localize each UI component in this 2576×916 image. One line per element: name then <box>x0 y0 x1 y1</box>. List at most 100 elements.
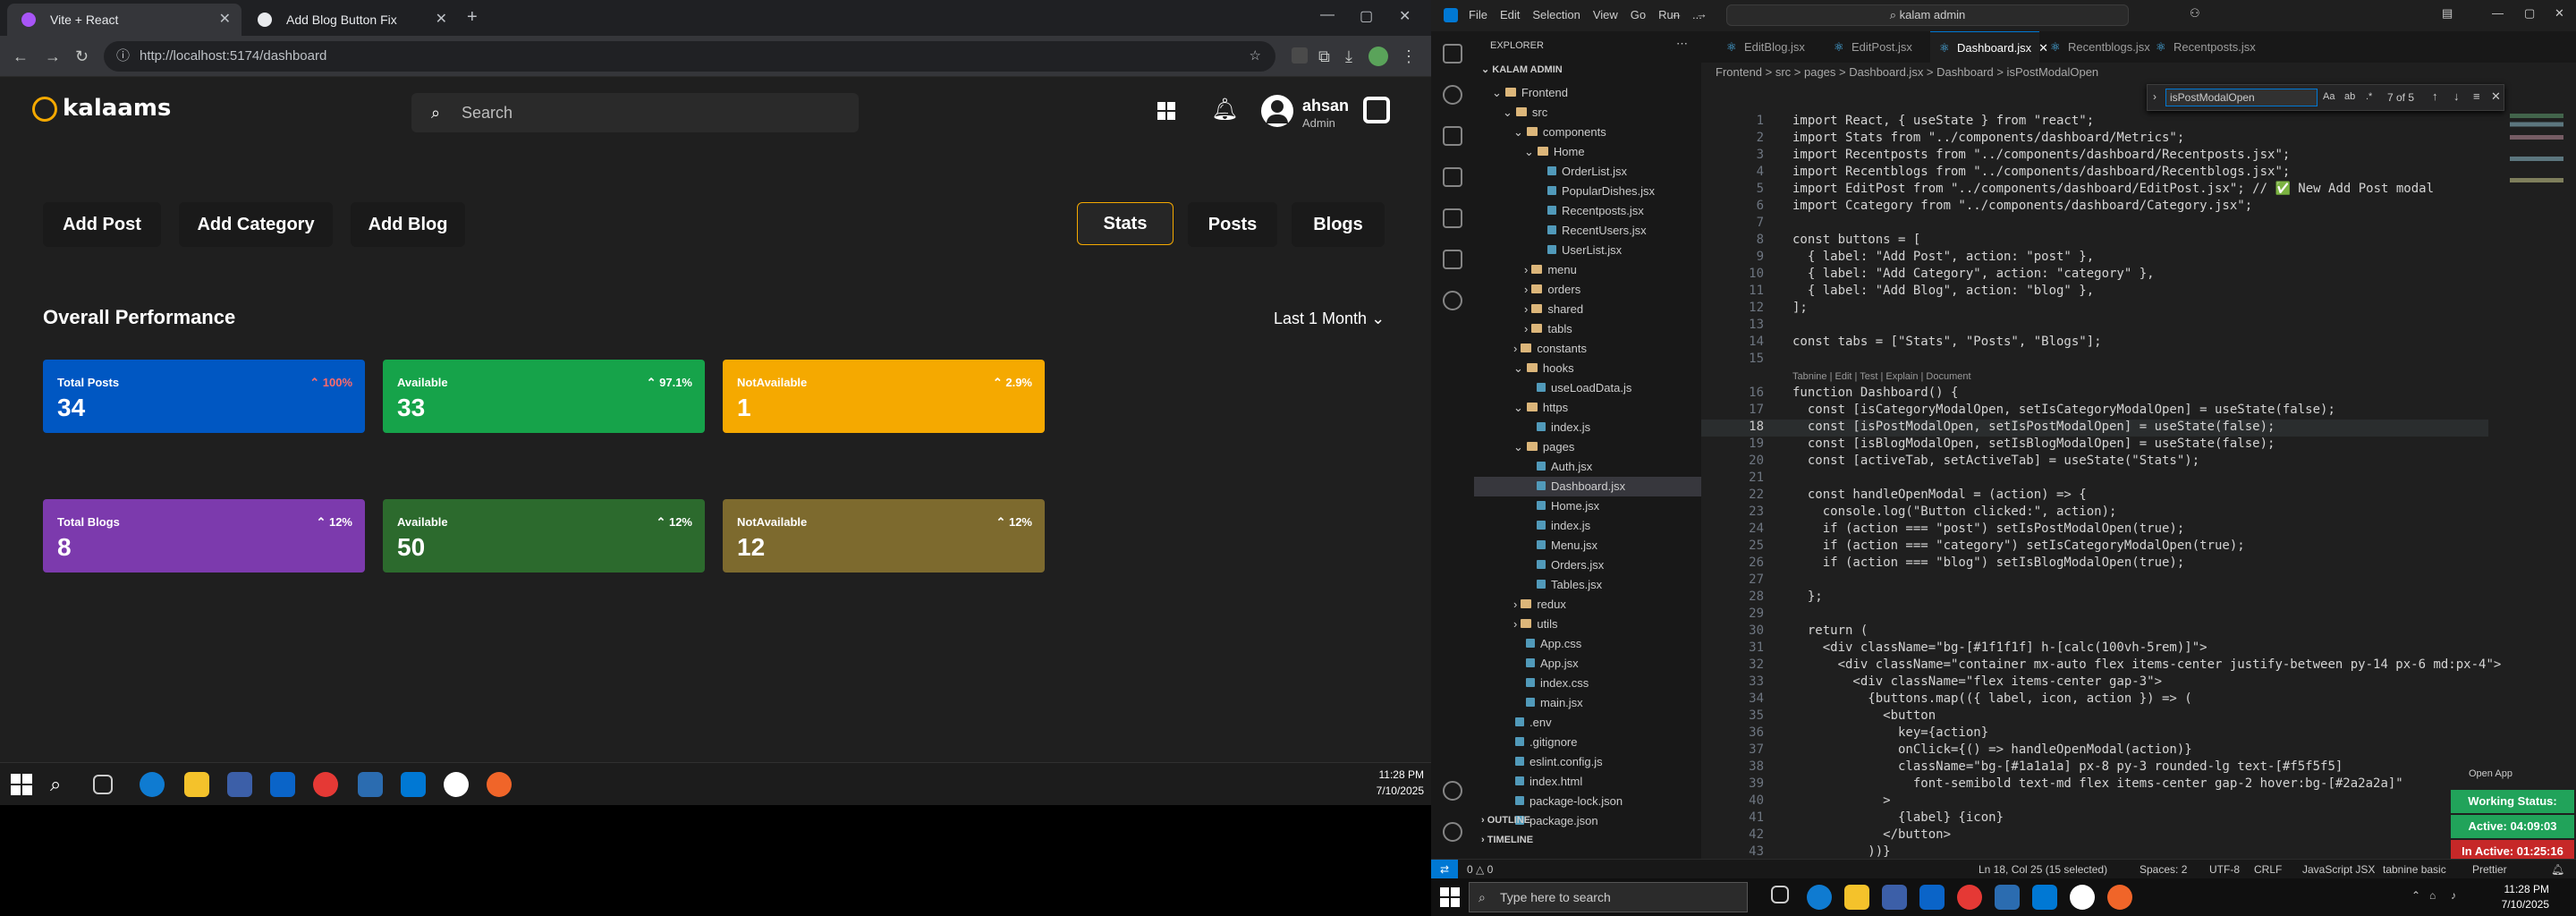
tree-file[interactable]: Home.jsx <box>1474 496 1701 516</box>
tab-vite-react[interactable]: Vite + React ✕ <box>7 4 242 36</box>
source-control-icon[interactable] <box>1443 126 1462 146</box>
indentation[interactable]: Spaces: 2 <box>2140 860 2187 879</box>
tree-folder[interactable]: ⌄ src <box>1474 103 1701 123</box>
editor-tab[interactable]: ⚛︎ Recentblogs.jsx <box>2041 31 2150 63</box>
tree-folder[interactable]: › redux <box>1474 595 1701 615</box>
windows-start-icon[interactable] <box>11 774 32 795</box>
command-center-search[interactable]: ⌕ kalam admin <box>1726 4 2129 26</box>
tree-file[interactable]: UserList.jsx <box>1474 241 1701 260</box>
minimize-button[interactable]: — <box>2492 6 2504 20</box>
settings-gear-icon[interactable] <box>1443 822 1462 842</box>
store-icon[interactable] <box>227 772 252 797</box>
back-icon[interactable]: ← <box>13 47 29 65</box>
search-icon[interactable] <box>1443 85 1462 105</box>
editor-tab[interactable]: ⚛︎ Recentposts.jsx <box>2147 31 2256 63</box>
tree-file[interactable]: package-lock.json <box>1474 792 1701 811</box>
tab-stats[interactable]: Stats <box>1077 202 1174 245</box>
open-app-label[interactable]: Open App <box>2469 768 2512 779</box>
chrome-icon[interactable] <box>1957 885 1982 910</box>
arrow-up-icon[interactable]: ↑ <box>2432 89 2438 103</box>
filter-icon[interactable]: ≡ <box>2473 89 2480 103</box>
language-mode[interactable]: JavaScript JSX <box>2302 860 2375 879</box>
chatgpt-icon[interactable] <box>2070 885 2095 910</box>
puzzle-icon[interactable]: ⧉ <box>1318 47 1330 65</box>
whole-word-icon[interactable]: ab <box>2344 91 2355 102</box>
tree-file[interactable]: index.js <box>1474 418 1701 437</box>
tree-file[interactable]: main.jsx <box>1474 693 1701 713</box>
tree-folder[interactable]: ⌄ pages <box>1474 437 1701 457</box>
tree-file[interactable]: Orders.jsx <box>1474 556 1701 575</box>
tree-folder[interactable]: ⌄ Frontend <box>1474 83 1701 103</box>
edge-icon[interactable] <box>1807 885 1832 910</box>
account-icon[interactable] <box>1443 781 1462 801</box>
regex-icon[interactable]: .* <box>2366 91 2372 102</box>
close-window-button[interactable]: ✕ <box>2555 6 2564 21</box>
layout-icon[interactable]: ▤ <box>2442 6 2453 21</box>
tree-file[interactable]: RecentUsers.jsx <box>1474 221 1701 241</box>
reload-icon[interactable]: ↻ <box>75 47 89 65</box>
task-view-icon[interactable] <box>93 775 113 794</box>
bookmark-icon[interactable]: ☆ <box>1250 41 1261 72</box>
chrome-icon[interactable] <box>313 772 338 797</box>
app-icon[interactable] <box>358 772 383 797</box>
breadcrumb[interactable]: Frontend > src > pages > Dashboard.jsx >… <box>1701 63 2576 82</box>
tray-chevron-icon[interactable]: ⌃ <box>2411 889 2420 902</box>
postman-icon[interactable] <box>2107 885 2132 910</box>
tree-file[interactable]: Auth.jsx <box>1474 457 1701 477</box>
outlook-icon[interactable] <box>270 772 295 797</box>
tree-folder[interactable]: › shared <box>1474 300 1701 319</box>
postman-icon[interactable] <box>487 772 512 797</box>
extensions-icon[interactable] <box>1443 208 1462 228</box>
search-input[interactable]: ⌕ Search <box>411 93 859 132</box>
clock[interactable]: 11:28 PM 7/10/2025 <box>1370 768 1424 797</box>
find-input[interactable]: isPostModalOpen <box>2165 89 2318 106</box>
logout-icon[interactable] <box>1363 97 1390 123</box>
tree-folder[interactable]: ⌄ Home <box>1474 142 1701 162</box>
tabnine-status[interactable]: tabnine basic <box>2383 860 2446 879</box>
minimize-button[interactable]: — <box>1320 7 1335 23</box>
run-debug-icon[interactable] <box>1443 167 1462 187</box>
cursor-position[interactable]: Ln 18, Col 25 (15 selected) <box>1979 860 2107 879</box>
chatgpt-icon[interactable] <box>444 772 469 797</box>
volume-icon[interactable]: ♪ <box>2451 889 2456 902</box>
tree-file[interactable]: App.css <box>1474 634 1701 654</box>
minimap[interactable] <box>2510 114 2563 221</box>
close-window-button[interactable]: ✕ <box>1399 7 1411 25</box>
tree-folder[interactable]: › menu <box>1474 260 1701 280</box>
tree-file[interactable]: index.html <box>1474 772 1701 792</box>
profile-avatar[interactable] <box>1368 47 1388 66</box>
workspace-root[interactable]: ⌄ KALAM ADMIN <box>1481 64 1563 75</box>
tree-folder[interactable]: › constants <box>1474 339 1701 359</box>
add-category-button[interactable]: Add Category <box>179 202 333 247</box>
back-icon[interactable]: ← <box>1671 7 1682 21</box>
timer-badge[interactable]: Active: 04:09:03 <box>2451 815 2574 838</box>
match-case-icon[interactable]: Aa <box>2323 91 2334 102</box>
url-field[interactable]: ⓘ http://localhost:5174/dashboard ☆ <box>104 41 1275 72</box>
editor-tab[interactable]: ⚛︎ EditPost.jsx <box>1825 31 1928 63</box>
maximize-button[interactable]: ▢ <box>1360 7 1373 25</box>
add-post-button[interactable]: Add Post <box>43 202 161 247</box>
menu-item[interactable]: Selection <box>1532 8 1580 21</box>
windows-start-icon[interactable] <box>1440 887 1460 907</box>
tree-folder[interactable]: ⌄ components <box>1474 123 1701 142</box>
more-actions-icon[interactable]: ⋯ <box>1676 37 1688 51</box>
close-icon[interactable]: ✕ <box>436 4 447 36</box>
taskbar-search-input[interactable]: ⌕ Type here to search <box>1469 882 1748 912</box>
outlook-icon[interactable] <box>1919 885 1945 910</box>
tree-file[interactable]: PopularDishes.jsx <box>1474 182 1701 201</box>
search-icon[interactable]: ⌕ <box>50 772 75 797</box>
tree-file[interactable]: Recentposts.jsx <box>1474 201 1701 221</box>
tree-folder[interactable]: ⌄ hooks <box>1474 359 1701 378</box>
download-icon[interactable]: ⤓ <box>1345 47 1352 65</box>
remote-indicator-icon[interactable]: ⇄ <box>1431 860 1458 879</box>
edge-icon[interactable] <box>140 772 165 797</box>
menu-item[interactable]: View <box>1593 8 1618 21</box>
tree-folder[interactable]: › utils <box>1474 615 1701 634</box>
chevron-right-icon[interactable]: › <box>2153 90 2157 103</box>
tab-blogs[interactable]: Blogs <box>1292 202 1385 247</box>
code-editor[interactable]: 1 import React, { useState } from "react"… <box>1701 114 2501 859</box>
bell-icon[interactable]: 🔔︎ <box>1211 97 1238 123</box>
avatar[interactable] <box>1261 95 1293 127</box>
tab-posts[interactable]: Posts <box>1188 202 1277 247</box>
tree-file[interactable]: index.css <box>1474 674 1701 693</box>
